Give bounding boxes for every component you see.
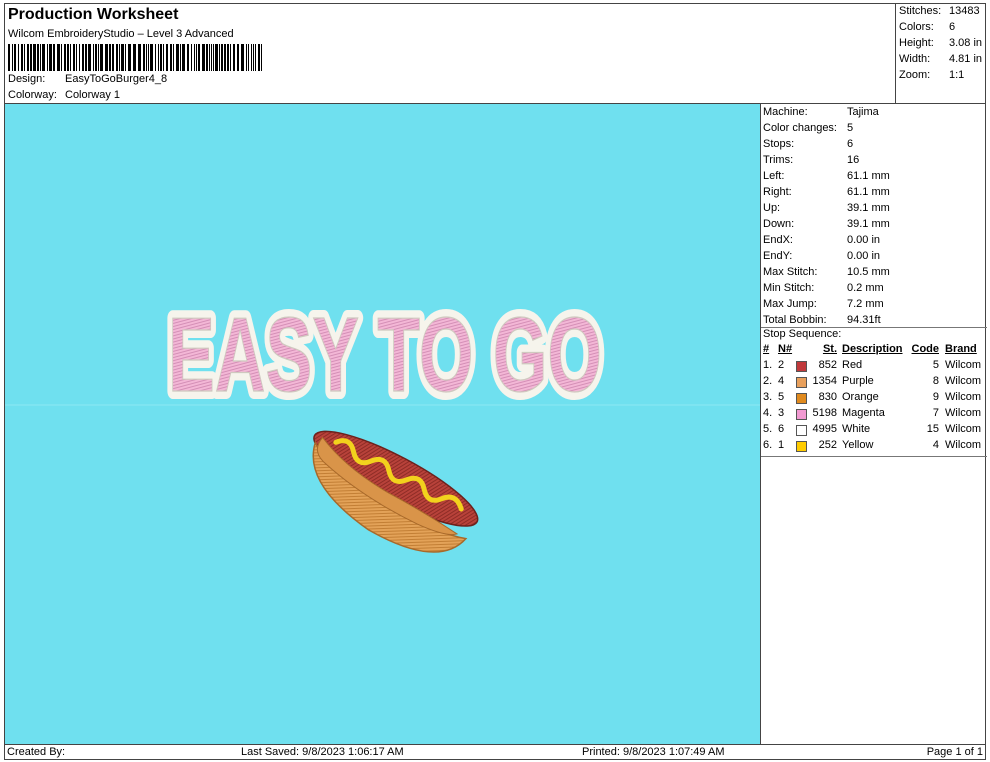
color-swatch [796,393,807,404]
stop-sequence-title: Stop Sequence: [763,328,842,340]
last-saved: Last Saved: 9/8/2023 1:06:17 AM [241,746,404,758]
printed-date: Printed: 9/8/2023 1:07:49 AM [582,746,725,758]
stop-sequence-header: # N# St. Description Code Brand [761,342,987,358]
color-swatch [796,425,807,436]
design-summary: Stitches: 13483 Colors: 6 Height: 3.08 in W… [895,3,986,104]
embroidery-artwork: EASY TO GO EASY TO GO [5,288,760,553]
worksheet-header: Production Worksheet Wilcom EmbroiderySt… [4,3,895,104]
colorway-label: Colorway: [8,89,57,101]
stop-sequence-table: # N# St. Description Code Brand 1. 2 852… [761,342,987,457]
stop-row: 4. 3 5198 Magenta 7 Wilcom [763,407,982,420]
stop-row: 3. 5 830 Orange 9 Wilcom [763,391,982,404]
design-text: EASY TO GO EASY TO GO [160,288,610,422]
worksheet-title: Production Worksheet [8,6,179,23]
summary-colors: Colors: 6 [899,21,956,33]
info-total-bobbin: Total Bobbin: 94.31ft [763,314,881,326]
col-index: # [763,343,770,355]
info-right: Right: 61.1 mm [763,186,890,198]
design-info-panel: Machine: Tajima Color changes: 5 Stops: 6 T… [760,104,987,744]
col-needle: N# [778,343,793,355]
color-swatch [796,441,807,452]
info-down: Down: 39.1 mm [763,218,890,230]
summary-height: Height: 3.08 in [899,37,983,49]
summary-width: Width: 4.81 in [899,53,983,65]
design-text-fill: EASY TO GO [168,296,602,414]
info-machine: Machine: Tajima [763,106,879,118]
color-swatch [796,377,807,388]
hotdog-graphic [312,430,479,553]
summary-stitches: Stitches: 13483 [899,5,980,17]
info-max-stitch: Max Stitch: 10.5 mm [763,266,890,278]
color-swatch [796,361,807,372]
stop-row: 5. 6 4995 White 15 Wilcom [763,423,982,436]
info-color-changes: Color changes: 5 [763,122,854,134]
barcode [8,44,262,71]
design-value: EasyToGoBurger4_8 [65,73,168,85]
stop-row: 1. 2 852 Red 5 Wilcom [763,359,982,372]
summary-zoom: Zoom: 1:1 [899,69,965,81]
col-description: Description [842,343,903,355]
info-left: Left: 61.1 mm [763,170,890,182]
stop-row: 6. 1 252 Yellow 4 Wilcom [763,439,982,452]
info-endx: EndX: 0.00 in [763,234,881,246]
software-name: Wilcom EmbroideryStudio – Level 3 Advanc… [8,28,234,40]
worksheet-footer: Created By: Last Saved: 9/8/2023 1:06:17… [4,744,986,760]
design-name-row: Design: EasyToGoBurger4_8 [8,73,167,85]
design-preview: EASY TO GO EASY TO GO [5,104,760,744]
stop-row: 2. 4 1354 Purple 8 Wilcom [763,375,982,388]
colorway-row: Colorway: Colorway 1 [8,89,120,101]
page-number: Page 1 of 1 [926,746,983,758]
info-endy: EndY: 0.00 in [763,250,881,262]
info-min-stitch: Min Stitch: 0.2 mm [763,282,884,294]
color-swatch [796,409,807,420]
col-code: Code [911,343,940,355]
col-stitches: St. [822,343,837,355]
design-label: Design: [8,73,46,85]
info-stops: Stops: 6 [763,138,854,150]
info-max-jump: Max Jump: 7.2 mm [763,298,884,310]
info-up: Up: 39.1 mm [763,202,890,214]
created-by: Created By: [7,746,66,758]
stop-table-bottom-rule [761,456,987,457]
colorway-value: Colorway 1 [65,89,121,101]
col-brand: Brand [945,343,977,355]
info-trims: Trims: 16 [763,154,860,166]
